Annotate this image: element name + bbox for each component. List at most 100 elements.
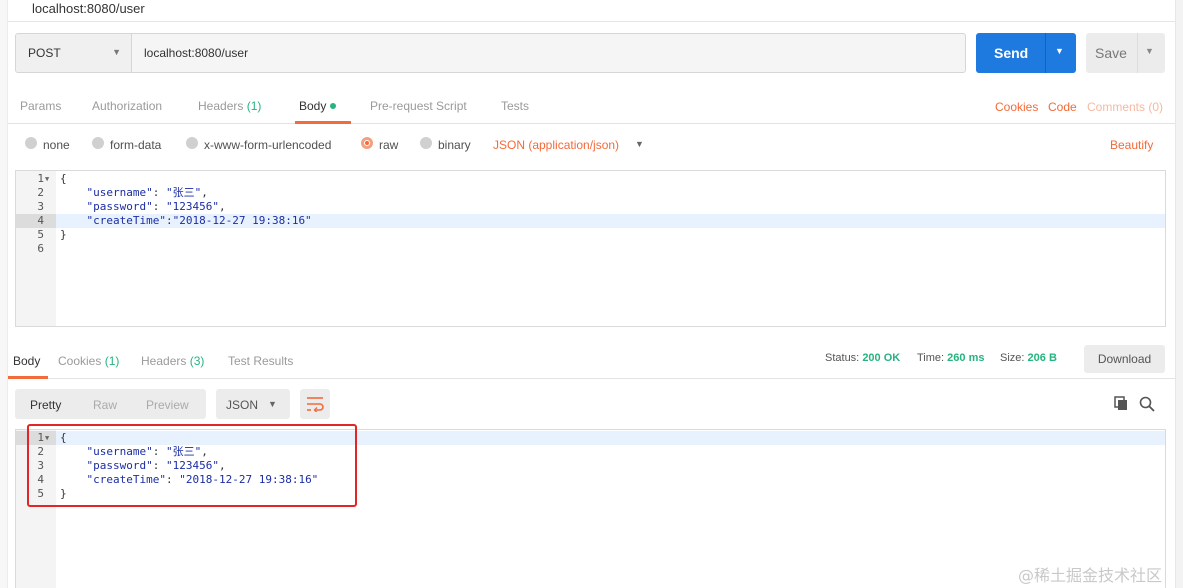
tab-params[interactable]: Params: [20, 99, 61, 113]
json-val: "123456": [165, 200, 219, 213]
send-button[interactable]: Send ▼: [976, 33, 1076, 73]
radio-urlencoded[interactable]: [186, 137, 198, 149]
response-tab-test-results[interactable]: Test Results: [228, 354, 293, 368]
watermark: @稀土掘金技术社区: [1018, 566, 1163, 585]
response-tab-headers[interactable]: Headers (3): [141, 354, 204, 368]
radio-none-label[interactable]: none: [43, 138, 70, 152]
line-number: 5: [37, 228, 44, 241]
wrap-lines-icon: [307, 397, 324, 412]
tab-headers-label: Headers: [198, 99, 244, 113]
request-body-editor[interactable]: 1 ▼ {2 "username": "张三", 3 "password": "123…: [15, 170, 1166, 327]
line-number: 6: [37, 242, 44, 255]
code-text: "createTime":"2018-12-27 19:38:16": [60, 214, 312, 228]
request-tabs: Params Authorization Headers (1) Body Pr…: [8, 88, 1175, 124]
request-tab[interactable]: localhost:8080/user: [8, 0, 1175, 22]
save-label: Save: [1095, 45, 1127, 61]
size-value[interactable]: 206 B: [1028, 352, 1057, 364]
radio-binary[interactable]: [420, 137, 432, 149]
code-line: 6: [16, 242, 1165, 256]
content-type-select[interactable]: JSON (application/json): [493, 138, 619, 152]
left-panel-edge: [0, 0, 8, 588]
active-tab-indicator: [295, 121, 351, 124]
chevron-down-icon: ▼: [112, 47, 121, 57]
radio-urlencoded-label[interactable]: x-www-form-urlencoded: [204, 138, 331, 152]
modified-dot-icon: [330, 103, 337, 109]
json-sep: :: [152, 186, 166, 199]
search-icon[interactable]: [1139, 396, 1155, 412]
tab-authorization[interactable]: Authorization: [92, 99, 162, 113]
method-label: POST: [28, 46, 61, 60]
code-line: 5}: [16, 228, 1165, 242]
json-sep: :: [152, 200, 166, 213]
response-tab-headers-label: Headers: [141, 354, 187, 368]
radio-form-data-label[interactable]: form-data: [110, 138, 161, 152]
wrap-lines-button[interactable]: [300, 389, 330, 419]
line-number: 4: [16, 214, 56, 228]
response-tab-cookies-count: (1): [104, 354, 120, 368]
response-tabs: Body Cookies (1) Headers (3) Test Result…: [8, 343, 1175, 379]
code-text: "password": "123456",: [60, 200, 226, 214]
body-type-options: none form-data x-www-form-urlencoded raw…: [8, 128, 1175, 162]
json-val: "张三": [165, 186, 202, 199]
chevron-down-icon[interactable]: ▼: [1055, 46, 1064, 56]
fold-toggle-icon[interactable]: ▼: [45, 172, 49, 186]
chevron-down-icon[interactable]: ▼: [1145, 46, 1154, 56]
response-tab-cookies-label: Cookies: [58, 354, 102, 368]
json-key: "password": [86, 200, 153, 213]
chevron-down-icon[interactable]: ▼: [635, 139, 644, 149]
tab-headers-count: (1): [246, 99, 262, 113]
download-button[interactable]: Download: [1084, 345, 1165, 373]
url-input[interactable]: [132, 34, 965, 72]
json-sep: :: [165, 214, 173, 227]
send-divider: [1045, 33, 1046, 73]
radio-raw[interactable]: [361, 137, 373, 149]
copy-icon[interactable]: [1114, 396, 1129, 411]
size-label: Size:: [1000, 352, 1025, 364]
line-number: 2: [37, 186, 44, 199]
response-tab-body[interactable]: Body: [13, 354, 40, 368]
json-key: "createTime": [86, 214, 166, 227]
response-format-label: JSON: [226, 398, 259, 412]
tab-prerequest-script[interactable]: Pre-request Script: [370, 99, 467, 113]
send-label: Send: [994, 45, 1029, 61]
response-tab-cookies[interactable]: Cookies (1): [58, 354, 119, 368]
response-view-toggle: Pretty Raw Preview: [15, 389, 206, 419]
active-response-tab-indicator: [8, 376, 48, 379]
save-button[interactable]: Save ▼: [1086, 33, 1165, 73]
response-format-select[interactable]: JSON ▼: [216, 389, 290, 419]
line-number: 1: [37, 172, 44, 185]
cookies-link[interactable]: Cookies: [995, 100, 1038, 114]
radio-raw-label[interactable]: raw: [379, 138, 398, 152]
tab-headers[interactable]: Headers (1): [198, 99, 261, 113]
save-divider: [1137, 33, 1138, 73]
right-scrollbar[interactable]: [1175, 0, 1183, 588]
request-bar: POST ▼: [15, 33, 966, 73]
json-end: ,: [201, 186, 208, 199]
radio-none[interactable]: [25, 137, 37, 149]
radio-binary-label[interactable]: binary: [438, 138, 471, 152]
code-text: "username": "张三",: [60, 186, 208, 200]
time-value[interactable]: 260 ms: [947, 352, 984, 364]
line-number: 3: [37, 200, 44, 213]
method-select[interactable]: POST ▼: [16, 34, 132, 72]
chevron-down-icon: ▼: [268, 399, 277, 409]
radio-form-data[interactable]: [92, 137, 104, 149]
view-preview[interactable]: Preview: [146, 398, 189, 412]
size-readout: Size: 206 B: [1000, 352, 1057, 364]
code-text: {: [60, 172, 67, 185]
request-tab-title: localhost:8080/user: [32, 1, 145, 16]
status-value[interactable]: 200 OK: [862, 352, 900, 364]
comments-link[interactable]: Comments (0): [1087, 100, 1163, 114]
status-label: Status:: [825, 352, 860, 364]
time-readout: Time: 260 ms: [917, 352, 984, 364]
beautify-link[interactable]: Beautify: [1110, 138, 1153, 152]
view-pretty[interactable]: Pretty: [30, 398, 61, 412]
tab-body[interactable]: Body: [299, 99, 337, 113]
code-link[interactable]: Code: [1048, 100, 1077, 114]
tab-body-label: Body: [299, 99, 327, 113]
tab-tests[interactable]: Tests: [501, 99, 529, 113]
time-label: Time:: [917, 352, 945, 364]
view-raw[interactable]: Raw: [93, 398, 117, 412]
